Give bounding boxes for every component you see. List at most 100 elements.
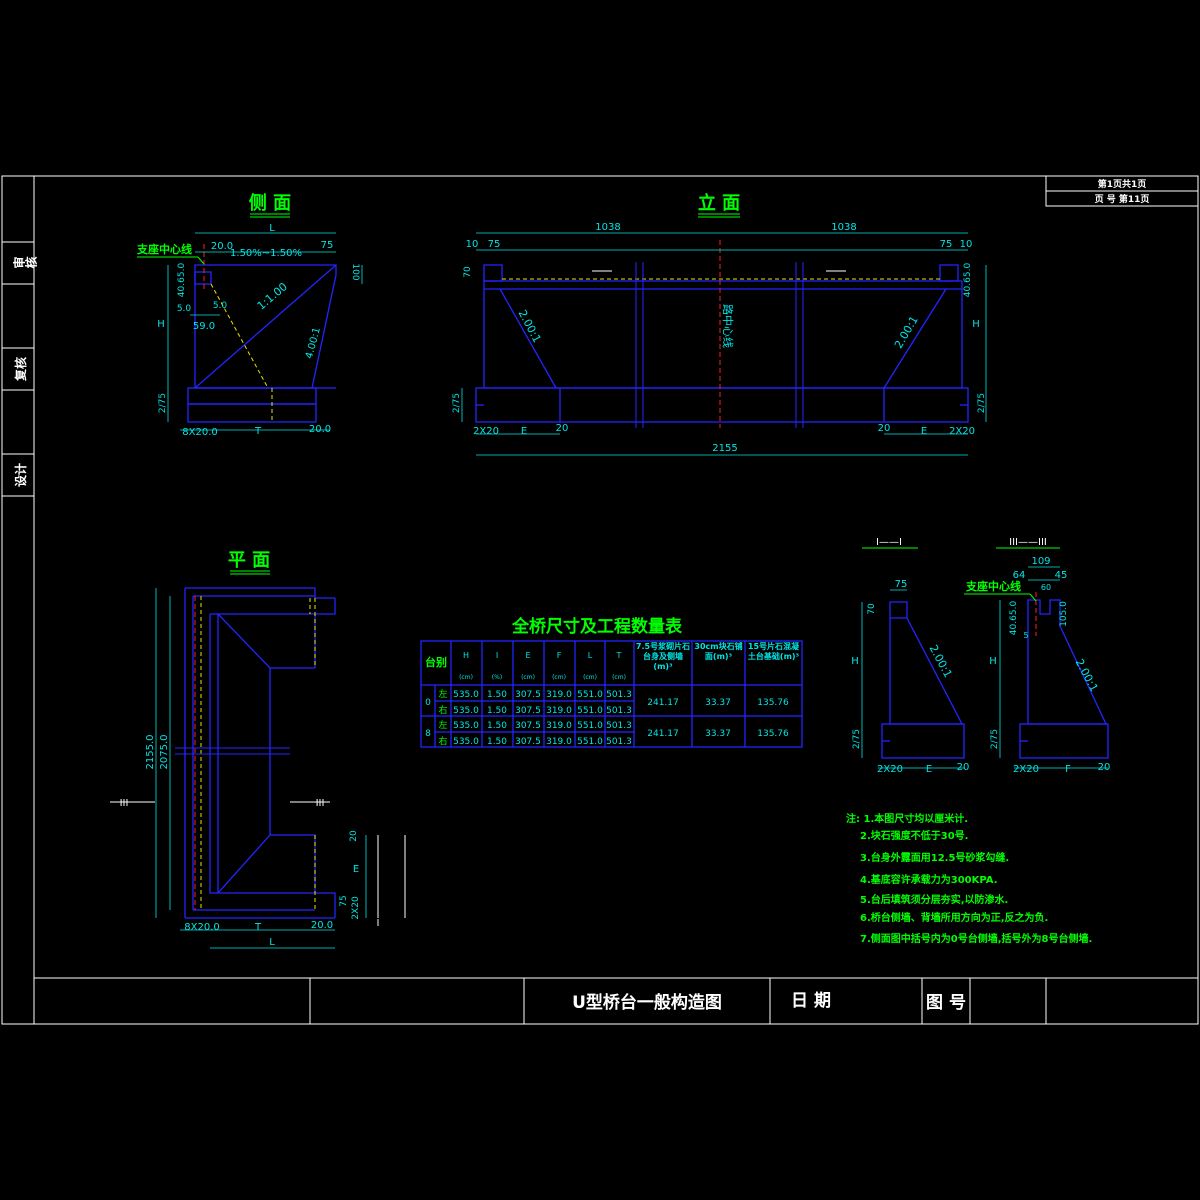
side-view: 侧 面 L 20.0 1.50%~1.50% 75 100 40.65.0 5.… xyxy=(136,193,363,438)
note-2: 2.块石强度不低于30号. xyxy=(860,829,968,842)
sec1-dim-E: E xyxy=(926,764,932,775)
sec3-dim-64: 64 xyxy=(1013,570,1026,581)
side-dim-H: H xyxy=(157,319,165,330)
sec3-dim-105: 105.0 xyxy=(1059,601,1069,627)
drawing-sheet: 第1页共1页 页 号 第11页 审核 复核 设计 U型桥台一般构造图 日 期 图… xyxy=(1,175,1199,1025)
table-cell: 1.50 xyxy=(487,706,507,716)
drawing-title: U型桥台一般构造图 xyxy=(572,992,722,1013)
plan-dim-base-left: 8X20.0 xyxy=(184,922,219,933)
table-cell: 501.3 xyxy=(606,737,632,747)
th-E: E xyxy=(525,651,530,660)
section-III-title: III——III xyxy=(1009,537,1047,548)
table-cell: 241.17 xyxy=(647,698,679,708)
table-cell: 551.0 xyxy=(577,706,603,716)
plan-section-I-top: I xyxy=(377,837,380,848)
sheet-page-number: 页 号 第11页 xyxy=(1095,193,1150,205)
section-I-title: I——I xyxy=(876,537,902,548)
table-cell: 135.76 xyxy=(757,698,789,708)
elev-dim-275-right: 2/75 xyxy=(977,393,987,413)
table-cell: 33.37 xyxy=(705,729,731,739)
table-cell: 501.3 xyxy=(606,721,632,731)
th-abutment: 台别 xyxy=(425,655,447,669)
table-cell: 501.3 xyxy=(606,706,632,716)
row-0-side-right: 右 xyxy=(438,704,447,716)
row-0-side-left: 左 xyxy=(438,688,447,700)
sec3-dim-5: 5 xyxy=(1023,631,1028,640)
quantity-table: 全桥尺寸及工程数量表 台别 H I E F L T (cm) (%) (cm) … xyxy=(420,616,803,748)
tab-checker: 复核 xyxy=(13,357,28,382)
table-cell: 307.5 xyxy=(515,737,541,747)
row-8-side-right: 右 xyxy=(438,735,447,747)
plan-dim-2075: 2075.0 xyxy=(159,735,170,770)
elev-dim-10-right: 10 xyxy=(960,239,973,250)
plan-dim-20: 20 xyxy=(349,830,359,842)
table-cell: 307.5 xyxy=(515,690,541,700)
table-cell: 501.3 xyxy=(606,690,632,700)
side-dim-base-left: 8X20.0 xyxy=(182,427,217,438)
row-0-id: 0 xyxy=(425,698,431,708)
plan-dim-T: T xyxy=(254,922,262,933)
elev-slope-left: 2.00:1 xyxy=(516,308,544,345)
side-dim-275: 2/75 xyxy=(158,393,168,413)
side-bearing-centerline: 支座中心线 xyxy=(136,242,192,256)
elev-dim-70: 70 xyxy=(463,266,473,278)
note-7: 7.侧面图中括号内为0号台侧墙,括号外为8号台侧墙. xyxy=(860,932,1092,945)
sec3-bearing-centerline: 支座中心线 xyxy=(965,579,1021,593)
row-8-id: 8 xyxy=(425,729,431,739)
drawing-number-label: 图 号 xyxy=(926,993,966,1013)
elevation-view: 立 面 1038 1038 10 75 75 10 70 40.65.0 H 2… xyxy=(452,192,987,456)
elev-dim-base-left: 2X20 xyxy=(473,426,499,437)
sheet-page-of: 第1页共1页 xyxy=(1098,178,1147,190)
side-slope-1: 1:1.00 xyxy=(255,280,290,313)
sec1-dim-base-left: 2X20 xyxy=(877,764,903,775)
elev-dim-total: 2155 xyxy=(712,443,737,454)
sec1-dim-base-right: 20 xyxy=(957,762,970,773)
side-view-title: 侧 面 xyxy=(249,193,291,214)
elev-dim-E-left: E xyxy=(521,426,527,437)
elevation-title: 立 面 xyxy=(698,192,740,214)
table-title: 全桥尺寸及工程数量表 xyxy=(511,616,683,637)
sec1-dim-H: H xyxy=(851,656,859,667)
th-L: L xyxy=(588,651,593,660)
plan-dim-2x20: 2X20 xyxy=(351,896,361,920)
sec3-slope: 2.00:1 xyxy=(1073,657,1101,694)
elev-dim-10-left: 10 xyxy=(466,239,479,250)
side-dim-5-a: 5.0 xyxy=(177,304,192,314)
th-F: F xyxy=(557,651,562,660)
th-unit-T: (cm) xyxy=(612,674,626,681)
elev-dim-75-right: 75 xyxy=(940,239,953,250)
th-unit-I: (%) xyxy=(492,674,502,681)
side-dim-75: 75 xyxy=(321,240,334,251)
elev-dim-E-right: E xyxy=(921,426,927,437)
table-cell: 535.0 xyxy=(453,690,479,700)
th-paving: 30cm块石铺面(m)³ xyxy=(694,642,742,661)
plan-dim-20-right: 20.0 xyxy=(311,920,333,931)
plan-section-III-right: III xyxy=(316,798,325,809)
section-I-view: I——I 75 70 H 2.00:1 2/75 2X20 E 20 xyxy=(851,537,969,775)
th-unit-F: (cm) xyxy=(552,674,566,681)
table-cell: 319.0 xyxy=(546,721,572,731)
elev-dim-40-65: 40.65.0 xyxy=(963,263,973,298)
side-slope-2: 4.00:1 xyxy=(304,326,323,360)
sec3-dim-275: 2/75 xyxy=(990,729,1000,749)
th-H: H xyxy=(463,651,469,660)
section-III-view: III——III 支座中心线 109 64 45 60 40.65.0 105.… xyxy=(964,537,1110,775)
side-dim-T: T xyxy=(254,426,262,437)
elev-road-centerline: 路中心线 xyxy=(721,304,735,348)
sec3-dim-F: F xyxy=(1065,764,1071,775)
th-unit-L: (cm) xyxy=(583,674,597,681)
side-dim-40-65: 40.65.0 xyxy=(177,263,187,298)
table-cell: 551.0 xyxy=(577,721,603,731)
plan-dim-2155: 2155.0 xyxy=(145,735,156,770)
row-8-side-left: 左 xyxy=(438,719,447,731)
side-dim-59: 59.0 xyxy=(193,321,215,332)
plan-section-III-left: III xyxy=(120,798,129,809)
side-dim-100: 100 xyxy=(350,263,360,280)
date-label: 日 期 xyxy=(791,991,831,1011)
th-foundation: 15号片石混凝土台基础(m)³ xyxy=(748,642,799,661)
table-cell: 319.0 xyxy=(546,706,572,716)
side-dim-base-right: 20.0 xyxy=(309,424,331,435)
table-cell: 241.17 xyxy=(647,729,679,739)
notes: 注: 1.本图尺寸均以厘米计. 2.块石强度不低于30号. 3.台身外露面用12… xyxy=(846,812,1092,945)
th-unit-H: (cm) xyxy=(459,674,473,681)
